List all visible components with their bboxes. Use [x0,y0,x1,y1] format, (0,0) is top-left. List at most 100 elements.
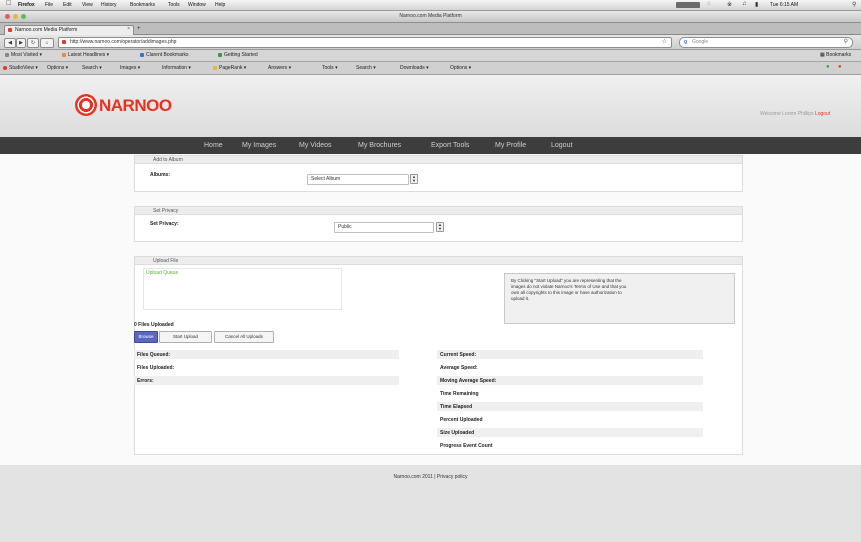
menu-firefox[interactable]: Firefox [18,2,35,8]
toolbar-item-images[interactable]: Images ▾ [120,65,140,71]
menu-bookmarks[interactable]: Bookmarks [130,2,155,8]
menu-edit[interactable]: Edit [63,2,72,8]
menu-file[interactable]: File [45,2,53,8]
privacy-panel-header: Set Privacy [135,207,742,215]
privacy-select-chevron-icon[interactable]: ▲ ▼ [436,222,444,232]
bookmark-label: Latest Headlines [68,52,106,58]
album-select[interactable]: Select Album [307,174,409,185]
url-bar[interactable]: http://www.narnoo.com/operator/addimages… [58,37,672,48]
addon-alert-icon[interactable]: ● [838,64,842,70]
nav-home[interactable]: Home [204,142,223,149]
toolbar-item-info[interactable]: Information ▾ [162,65,191,71]
stat-average-speed: Average Speed: [440,365,478,371]
toolbar-item-search-2[interactable]: Search ▾ [356,65,376,71]
narnoo-logo-icon[interactable] [75,94,97,116]
new-tab-icon[interactable]: + [137,26,141,32]
search-icon[interactable]: ⚲ [844,38,848,45]
favicon-icon [8,28,12,32]
login-logout-link[interactable]: Logout [815,111,830,117]
stat-row [437,350,703,359]
nav-my-brochures[interactable]: My Brochures [358,142,401,149]
bookmark-getting-started[interactable]: Getting Started [218,52,258,58]
search-input[interactable]: g Google ⚲ [679,37,853,48]
toolbar-item-pagerank[interactable]: PageRank ▾ [213,65,246,71]
close-tab-icon[interactable]: × [127,26,130,32]
browse-button[interactable]: Browse [134,331,158,343]
bookmark-star-icon[interactable]: ☆ [662,38,667,45]
bookmark-latest-headlines[interactable]: Latest Headlines ▾ [62,52,109,58]
stat-files-queued: Files Queued: [137,352,171,358]
toolbar-item-search[interactable]: Search ▾ [82,65,102,71]
toolbar-item-options-2[interactable]: Options ▾ [450,65,471,71]
files-uploaded-count: 0 Files Uploaded [134,322,174,328]
site-logo-text[interactable]: NARNOO [99,96,172,116]
forward-button[interactable]: ▶ [16,38,26,48]
nav-my-profile[interactable]: My Profile [495,142,526,149]
mac-menu-bar:  Firefox File Edit View History Bookmar… [0,0,861,11]
toolbar-item-studioview[interactable]: StudioView ▾ [3,65,38,71]
bluetooth-icon[interactable]: ※ [727,1,732,8]
stat-current-speed: Current Speed: [440,352,477,358]
addon-status-icon[interactable]: ● [826,64,830,70]
search-placeholder: Google [692,39,709,45]
google-icon[interactable]: g [684,39,689,45]
menu-window[interactable]: Window [188,2,206,8]
tab-narnoo[interactable]: Narnoo.com Media Platform × [4,25,134,35]
battery-icon[interactable]: ▮ [755,1,758,8]
nav-logout[interactable]: Logout [551,142,572,149]
menu-clock[interactable]: Tue 6:15 AM [770,2,798,8]
stat-time-remaining: Time Remaining [440,391,479,397]
rss-icon [62,52,66,57]
toolbar-item-downloads[interactable]: Downloads ▾ [400,65,429,71]
login-welcome: Welcome Lorem Phillips [760,111,814,117]
album-panel-title: Add to Album [153,157,183,163]
status-menu-icon[interactable] [676,2,700,8]
bookmark-most-visited[interactable]: Most Visited ▾ [5,52,42,58]
nav-export-tools[interactable]: Export Tools [431,142,469,149]
album-label: Albums: [150,172,170,178]
stat-row [437,428,703,437]
site-identity-icon[interactable] [62,40,66,44]
back-button[interactable]: ◀ [4,38,16,48]
spotlight-icon[interactable]: ⚲ [852,1,856,8]
toolbar-label: Images [120,65,137,71]
toolbar-label: Tools [322,65,334,71]
window-title-bar: Narnoo.com Media Platform [0,11,861,23]
apple-icon[interactable]:  [6,0,11,7]
nav-my-images[interactable]: My Images [242,142,276,149]
tab-label: Narnoo.com Media Platform [15,27,78,33]
bookmark-clarent[interactable]: Clarent Bookmarks [140,52,189,58]
toolbar-item-answers[interactable]: Answers ▾ [268,65,291,71]
album-select-chevron-icon[interactable]: ▲ ▼ [410,174,418,184]
menu-view[interactable]: View [82,2,93,8]
privacy-panel-title: Set Privacy [153,208,179,214]
menu-tools[interactable]: Tools [168,2,180,8]
upload-queue: Upload Queue [143,268,342,310]
menu-help[interactable]: Help [215,2,225,8]
stat-files-uploaded: Files Uploaded: [137,365,175,371]
album-select-value: Select Album [311,176,341,182]
reload-button[interactable]: ↻ [27,38,39,48]
volume-icon[interactable]: ♫ [742,1,747,7]
toolbar-item-options[interactable]: Options ▾ [47,65,68,71]
footer-text[interactable]: Narnoo.com 2011 | Privacy policy [0,474,861,480]
stat-errors: Errors: [137,378,154,384]
privacy-label: Set Privacy: [150,221,179,227]
start-upload-button[interactable]: Start Upload [159,331,212,343]
stat-row [134,376,399,385]
menu-history[interactable]: History [101,2,117,8]
stat-row [437,402,703,411]
cancel-all-uploads-button[interactable]: Cancel All Uploads [214,331,274,343]
stat-percent-uploaded: Percent Uploaded [440,417,483,423]
nav-my-videos[interactable]: My Videos [299,142,332,149]
addon-logo-icon [3,65,7,70]
album-panel-header: Add to Album [135,156,742,164]
toolbar-item-tools[interactable]: Tools ▾ [322,65,338,71]
bookmark-label: Getting Started [224,52,258,58]
home-button[interactable]: ⌂ [40,38,54,48]
navigation-toolbar: ◀ ▶ ↻ ⌂ http://www.narnoo.com/operator/a… [0,35,861,50]
upload-panel-header: Upload File [135,257,742,265]
privacy-select[interactable]: Public [334,222,434,233]
wifi-icon[interactable]: ◌ [707,1,711,7]
bookmarks-menu-icon[interactable]: ▦ Bookmarks [820,52,851,58]
